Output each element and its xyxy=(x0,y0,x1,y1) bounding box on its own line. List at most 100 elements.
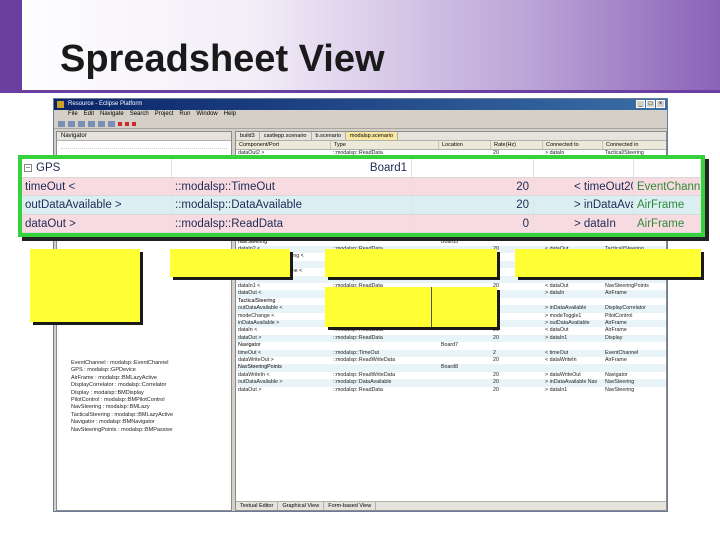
table-cell: 20 xyxy=(491,305,543,312)
table-cell xyxy=(331,342,439,349)
window-title: Resource - Eclipse Platform xyxy=(68,101,143,107)
callout-row[interactable]: dataOut >::modalsp::ReadData 0 > dataIn Air… xyxy=(22,214,701,233)
close-icon[interactable]: × xyxy=(656,100,665,108)
table-cell: 20 xyxy=(491,290,543,297)
table-row[interactable]: dataOut >::modalsp::ReadData 20 > dataIn1 N… xyxy=(236,387,666,394)
callout-group-row[interactable]: − GPS Board1 xyxy=(22,159,701,178)
run-icon[interactable] xyxy=(98,120,105,127)
print-icon[interactable] xyxy=(78,120,85,127)
table-cell: ::modalsp::DataAvailable xyxy=(333,379,392,386)
table-cell xyxy=(331,239,439,246)
window-titlebar: Resource - Eclipse Platform _ □ × xyxy=(54,99,667,110)
stop-icon[interactable] xyxy=(132,121,136,126)
menu-bar: File Edit Navigate Search Project Run Window He… xyxy=(54,110,667,119)
table-cell: < dataWriteIn xyxy=(545,356,577,363)
table-cell: EventChannel xyxy=(605,349,639,356)
collapse-icon[interactable]: − xyxy=(24,164,32,172)
menu-item-window[interactable]: Window xyxy=(196,110,217,119)
menu-item-file[interactable]: File xyxy=(68,110,78,119)
list-item[interactable]: EventChannel : modalsp::EventChannel xyxy=(57,360,231,367)
table-row[interactable]: Navigator Board7 xyxy=(236,342,666,349)
connected-in-cell: AirFrame xyxy=(634,196,701,214)
menu-item-edit[interactable]: Edit xyxy=(84,110,94,119)
table-cell xyxy=(543,298,603,305)
port-cell: timeOut < xyxy=(22,177,172,195)
view-tab[interactable]: Form-based View xyxy=(324,502,377,510)
minimize-icon[interactable]: _ xyxy=(636,100,645,108)
list-item[interactable]: Navigator : modalsp::BMNavigator xyxy=(57,419,231,426)
editor-tab[interactable]: modalsp.scenario xyxy=(345,132,398,140)
type-cell: ::modalsp::TimeOut xyxy=(172,177,412,195)
slide-title: Spreadsheet View xyxy=(60,38,385,80)
callout-row[interactable]: timeOut <::modalsp::TimeOut 20 < timeOut20… xyxy=(22,177,701,196)
table-cell: 20 xyxy=(493,334,499,341)
table-cell: > modeToggle1 xyxy=(545,312,582,319)
table-row[interactable]: outDataAvailable >::modalsp::DataAvailab… xyxy=(236,379,666,387)
table-cell xyxy=(543,239,603,246)
maximize-icon[interactable]: □ xyxy=(646,100,655,108)
group-name: GPS xyxy=(36,162,61,174)
list-item[interactable]: TacticalSteering : modalsp::BMLazyActive xyxy=(57,412,231,419)
save-icon[interactable] xyxy=(68,120,75,127)
table-cell: outDataAvailable > xyxy=(238,379,283,386)
list-item[interactable]: Display : modalsp::BMDisplay xyxy=(57,390,231,397)
search-icon[interactable] xyxy=(108,120,115,127)
list-item[interactable]: PilotControl : modalsp::BMPilotControl xyxy=(57,397,231,404)
magnified-callout: − GPS Board1 timeOut <::modalsp::TimeOut… xyxy=(18,155,705,237)
navigator-item[interactable] xyxy=(61,141,227,149)
table-cell: 20 xyxy=(491,283,543,290)
menu-item-navigate[interactable]: Navigate xyxy=(100,110,124,119)
table-row[interactable]: dataWriteOut >::modalsp::ReadWriteData 20… xyxy=(236,357,666,364)
table-row[interactable]: NavSteeringPoints Board8 xyxy=(236,364,666,372)
table-row[interactable]: NavSteering Board5 xyxy=(236,239,666,246)
yellow-placeholder xyxy=(325,287,497,327)
board-name: Board1 xyxy=(172,159,412,177)
menu-item-help[interactable]: Help xyxy=(224,110,236,119)
stop-icon[interactable] xyxy=(125,121,129,126)
menu-item-run[interactable]: Run xyxy=(179,110,190,119)
navigator-title: Navigator xyxy=(57,132,231,141)
callout-row[interactable]: outDataAvailable >::modalsp::DataAvailab… xyxy=(22,196,701,215)
eclipse-app-icon xyxy=(57,101,64,108)
list-item[interactable]: AirFrame : modalsp::BMLazyActive xyxy=(57,375,231,382)
table-cell: ::modalsp::ReadWriteData xyxy=(333,356,396,363)
table-cell: > dataWriteOut xyxy=(545,371,581,378)
table-row[interactable]: dataIn <::modalsp::ReadData 20 < dataOut Ai… xyxy=(236,327,666,334)
column-header-cell[interactable]: Rate(Hz) xyxy=(491,141,543,149)
debug-icon[interactable] xyxy=(88,120,95,127)
table-row[interactable]: timeOut <::modalsp::TimeOut 2 < timeOut Eve… xyxy=(236,349,666,357)
group-cell: − GPS xyxy=(22,159,172,177)
table-row[interactable]: dataWriteIn <::modalsp::ReadWriteData 20 >… xyxy=(236,372,666,379)
list-item[interactable]: GPS : modalsp::GPDevice xyxy=(57,367,231,374)
stop-icon[interactable] xyxy=(118,121,122,126)
table-cell: ::modalsp::TimeOut xyxy=(333,349,380,356)
column-header-cell[interactable]: Connected to xyxy=(543,141,603,149)
rate-cell: 0 xyxy=(412,214,534,232)
menu-item-project[interactable]: Project xyxy=(155,110,174,119)
type-cell: ::modalsp::ReadData xyxy=(172,214,412,232)
list-item[interactable]: DisplayCorrelator : modalsp::Correlator xyxy=(57,382,231,389)
editor-tab[interactable]: castlepp.scenario xyxy=(260,132,312,140)
column-header-cell[interactable]: Location xyxy=(439,141,491,149)
connected-to-cell: < timeOut20 xyxy=(534,177,634,195)
connected-in-cell: AirFrame xyxy=(634,214,701,232)
column-header-cell[interactable]: Connected in xyxy=(603,141,666,149)
table-cell: > outDataAvailable xyxy=(545,319,590,326)
column-header-cell[interactable]: Component/Port xyxy=(236,141,331,149)
new-icon[interactable] xyxy=(58,120,65,127)
entity-list: EventChannel : modalsp::EventChannel GPS … xyxy=(57,360,231,434)
column-header-cell[interactable]: Type xyxy=(331,141,439,149)
table-cell: 20 xyxy=(493,386,499,393)
editor-tab[interactable]: build3 xyxy=(236,132,260,140)
list-item[interactable]: NavSteeringPoints : modalsp::BMPassive xyxy=(57,427,231,434)
menu-item-search[interactable]: Search xyxy=(130,110,149,119)
table-cell xyxy=(603,298,666,305)
editor-tab[interactable]: b.scenario xyxy=(312,132,346,140)
table-row[interactable]: dataOut >::modalsp::ReadData 20 > dataIn1 D… xyxy=(236,334,666,343)
table-cell: ::modalsp::ReadWriteData xyxy=(333,371,396,378)
table-cell: > dataIn1 xyxy=(545,386,568,393)
table-cell: > dataIn xyxy=(545,290,565,297)
view-tab[interactable]: Graphical View xyxy=(278,502,325,510)
list-item[interactable]: NavSteering : modalsp::BMLazy xyxy=(57,404,231,411)
view-tab[interactable]: Textual Editor xyxy=(236,502,279,510)
